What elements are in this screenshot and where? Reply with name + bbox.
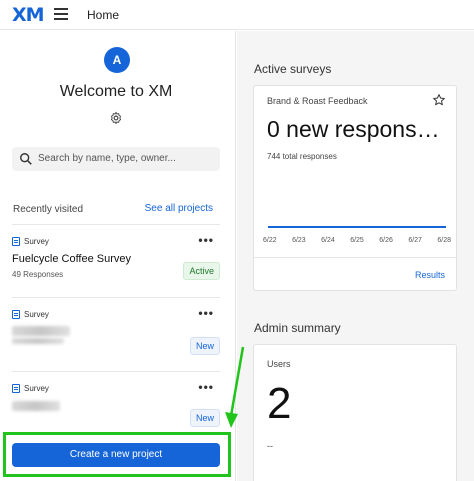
survey-name[interactable]: Brand & Roast Feedback — [267, 96, 368, 106]
status-badge: New — [189, 337, 220, 355]
date-tick: 6/27 — [408, 237, 422, 244]
welcome-heading: Welcome to XM — [59, 83, 173, 100]
create-new-project-button[interactable]: Create a new project — [12, 443, 220, 467]
users-change: -- — [267, 441, 273, 451]
more-options-icon[interactable]: ••• — [198, 380, 214, 394]
recently-visited-label: Recently visited — [13, 204, 84, 215]
hamburger-menu-icon[interactable] — [54, 8, 68, 20]
date-tick: 6/23 — [292, 237, 306, 244]
project-type-label: Survey — [24, 310, 49, 319]
project-type-label: Survey — [24, 384, 49, 393]
date-tick: 6/24 — [321, 237, 335, 244]
project-card[interactable]: Survey ••• Fuelcycle Coffee Survey 49 Re… — [12, 224, 220, 296]
admin-summary-card[interactable]: Users 2 -- — [253, 344, 457, 481]
avatar[interactable]: A — [104, 47, 130, 73]
project-type: Survey — [12, 237, 49, 246]
project-type-label: Survey — [24, 237, 49, 246]
redacted-subtitle — [12, 338, 64, 344]
project-type: Survey — [12, 384, 49, 393]
redacted-title — [12, 326, 70, 336]
star-icon[interactable] — [432, 93, 446, 107]
users-label: Users — [267, 359, 291, 369]
project-type: Survey — [12, 310, 49, 319]
search-input[interactable]: Search by name, type, owner... — [12, 147, 220, 171]
date-tick: 6/22 — [263, 237, 277, 244]
project-responses: 49 Responses — [12, 270, 64, 279]
top-bar: XM Home — [0, 0, 474, 30]
card-divider — [254, 257, 456, 258]
see-all-projects-link[interactable]: See all projects — [145, 203, 213, 214]
project-card[interactable]: Survey ••• New — [12, 297, 220, 371]
more-options-icon[interactable]: ••• — [198, 306, 214, 320]
total-responses: 744 total responses — [267, 152, 337, 161]
more-options-icon[interactable]: ••• — [198, 233, 214, 247]
survey-icon — [12, 384, 20, 393]
active-surveys-heading: Active surveys — [254, 62, 332, 76]
results-link[interactable]: Results — [415, 270, 445, 280]
project-title[interactable]: Fuelcycle Coffee Survey — [12, 253, 131, 265]
users-count: 2 — [267, 379, 292, 428]
right-panel: Active surveys Brand & Roast Feedback 0 … — [237, 31, 474, 481]
date-axis: 6/22 6/23 6/24 6/25 6/26 6/27 6/28 — [263, 237, 451, 244]
admin-summary-heading: Admin summary — [254, 321, 341, 335]
redacted-title — [12, 401, 60, 411]
survey-icon — [12, 237, 20, 246]
date-tick: 6/25 — [350, 237, 364, 244]
status-badge: New — [189, 409, 220, 427]
new-responses-headline: 0 new respons… — [267, 116, 440, 142]
status-badge: Active — [183, 262, 220, 280]
page-title-home: Home — [87, 8, 120, 22]
gear-icon[interactable] — [109, 111, 123, 125]
xm-logo[interactable]: XM — [12, 4, 45, 26]
response-trend-line — [268, 226, 446, 228]
active-survey-card[interactable]: Brand & Roast Feedback 0 new respons… 74… — [253, 85, 457, 291]
search-icon — [20, 153, 32, 165]
date-tick: 6/26 — [379, 237, 393, 244]
survey-icon — [12, 310, 20, 319]
search-placeholder: Search by name, type, owner... — [38, 153, 176, 164]
left-panel: A Welcome to XM Search by name, type, ow… — [0, 31, 236, 481]
date-tick: 6/28 — [437, 237, 451, 244]
